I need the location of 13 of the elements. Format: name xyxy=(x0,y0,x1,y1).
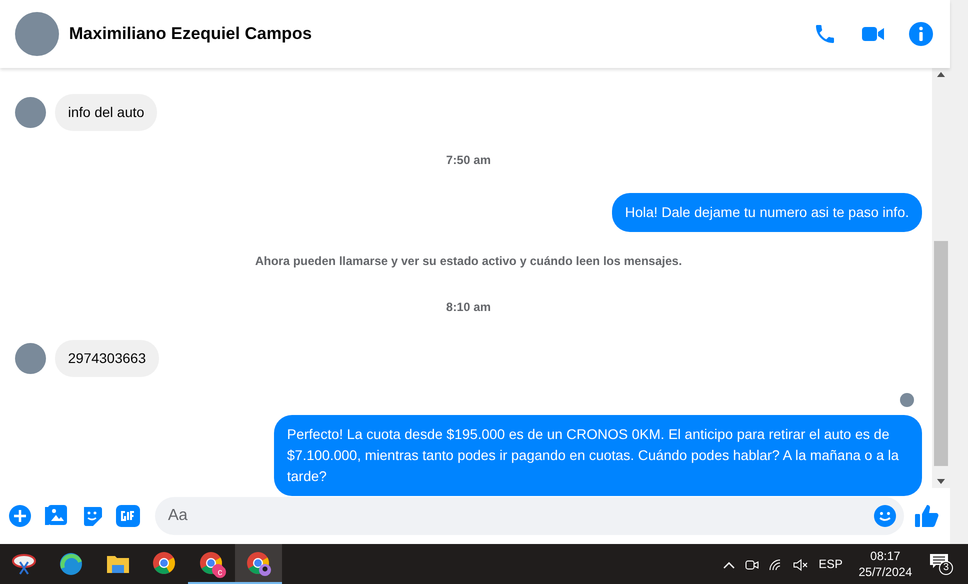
message-input[interactable]: Aa xyxy=(155,497,904,535)
timestamp: 7:50 am xyxy=(446,152,491,169)
contact-name: Maximiliano Ezequiel Campos xyxy=(69,23,312,46)
taskbar-button[interactable]: c xyxy=(188,544,235,584)
clock[interactable]: 08:17 25/7/2024 xyxy=(858,548,912,580)
message-bubble: info del auto xyxy=(55,94,158,131)
message-bubble: 2974303663 xyxy=(55,340,159,377)
message-bubble: Hola! Dale dejame tu numero asi te paso info. xyxy=(612,193,922,232)
profile-badge: c xyxy=(214,566,226,578)
language-indicator[interactable]: ESP xyxy=(818,555,843,573)
message-bubble: Perfecto! La cuota desde $195.000 es de un CRONOS 0KM. El anticipo para retirar el auto es de $7.100.000, mientras tanto podes ir pagando en cuotas. Cuándo podes hablar? A la mañana o a la tarde? xyxy=(274,415,922,496)
notice-text: Ahora pueden llamarse y ver su estado activo y cuándo leen los mensajes. xyxy=(255,253,682,270)
timestamp: 8:10 am xyxy=(446,299,491,316)
